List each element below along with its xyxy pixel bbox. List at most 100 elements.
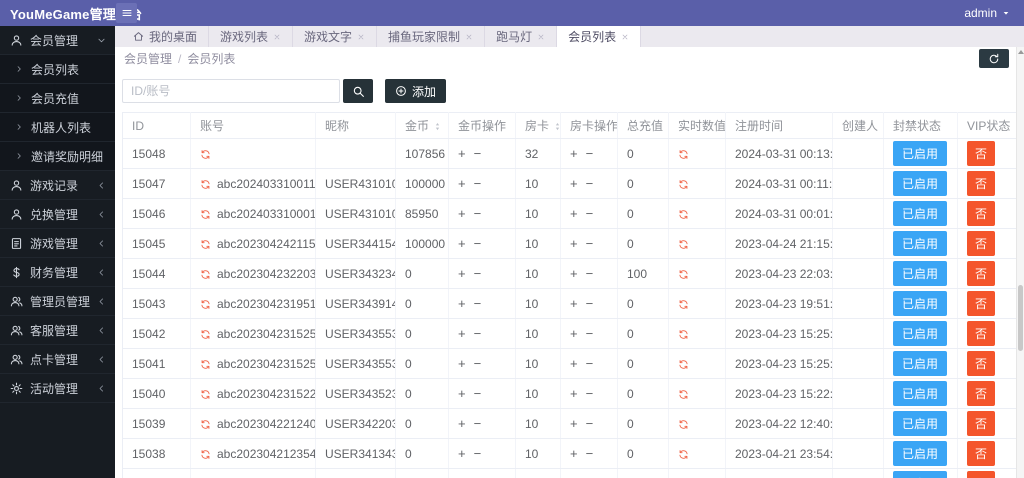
- vip-status-button[interactable]: 否: [967, 381, 995, 406]
- sync-icon[interactable]: [200, 239, 211, 250]
- realtime-refresh-icon[interactable]: [678, 359, 689, 370]
- roomcard-decrease-button[interactable]: −: [586, 176, 594, 191]
- gold-decrease-button[interactable]: −: [474, 206, 482, 221]
- search-input[interactable]: [122, 79, 340, 103]
- sync-icon[interactable]: [200, 299, 211, 310]
- gold-decrease-button[interactable]: −: [474, 386, 482, 401]
- breadcrumb-item-members[interactable]: 会员管理: [124, 50, 172, 67]
- ban-status-button[interactable]: 已启用: [893, 231, 947, 256]
- gold-increase-button[interactable]: +: [458, 386, 466, 401]
- realtime-refresh-icon[interactable]: [678, 239, 689, 250]
- roomcard-increase-button[interactable]: +: [570, 236, 578, 251]
- vip-status-button[interactable]: 否: [967, 141, 995, 166]
- realtime-refresh-icon[interactable]: [678, 329, 689, 340]
- roomcard-decrease-button[interactable]: −: [586, 356, 594, 371]
- realtime-refresh-icon[interactable]: [678, 269, 689, 280]
- gold-decrease-button[interactable]: −: [474, 356, 482, 371]
- vertical-scrollbar[interactable]: [1016, 47, 1024, 478]
- roomcard-decrease-button[interactable]: −: [586, 206, 594, 221]
- sidebar-subitem-0-1[interactable]: 会员充值: [0, 84, 115, 113]
- gold-increase-button[interactable]: +: [458, 296, 466, 311]
- roomcard-decrease-button[interactable]: −: [586, 326, 594, 341]
- user-menu[interactable]: admin: [964, 6, 1024, 20]
- sync-icon[interactable]: [200, 329, 211, 340]
- close-icon[interactable]: [537, 33, 545, 41]
- sidebar-item-4[interactable]: 财务管理: [0, 258, 115, 287]
- tab-4[interactable]: 跑马灯: [485, 26, 557, 47]
- close-icon[interactable]: [273, 33, 281, 41]
- roomcard-decrease-button[interactable]: −: [586, 296, 594, 311]
- vip-status-button[interactable]: 否: [967, 441, 995, 466]
- roomcard-increase-button[interactable]: +: [570, 356, 578, 371]
- gold-increase-button[interactable]: +: [458, 326, 466, 341]
- search-button[interactable]: [343, 79, 373, 103]
- roomcard-decrease-button[interactable]: −: [586, 146, 594, 161]
- roomcard-decrease-button[interactable]: −: [586, 416, 594, 431]
- realtime-refresh-icon[interactable]: [678, 299, 689, 310]
- sync-icon[interactable]: [200, 269, 211, 280]
- tab-0[interactable]: 我的桌面: [122, 26, 209, 47]
- vip-status-button[interactable]: 否: [967, 321, 995, 346]
- ban-status-button[interactable]: 已启用: [893, 291, 947, 316]
- sort-icon[interactable]: [433, 121, 442, 132]
- sidebar-toggle-button[interactable]: [116, 3, 137, 23]
- sync-icon[interactable]: [200, 179, 211, 190]
- gold-increase-button[interactable]: +: [458, 266, 466, 281]
- ban-status-button[interactable]: 已启用: [893, 471, 947, 478]
- ban-status-button[interactable]: 已启用: [893, 261, 947, 286]
- sidebar-subitem-0-2[interactable]: 机器人列表: [0, 113, 115, 142]
- ban-status-button[interactable]: 已启用: [893, 171, 947, 196]
- tab-1[interactable]: 游戏列表: [209, 26, 293, 47]
- sidebar-item-6[interactable]: 客服管理: [0, 316, 115, 345]
- vip-status-button[interactable]: 否: [967, 231, 995, 256]
- ban-status-button[interactable]: 已启用: [893, 321, 947, 346]
- vip-status-button[interactable]: 否: [967, 171, 995, 196]
- roomcard-increase-button[interactable]: +: [570, 146, 578, 161]
- sidebar-subitem-0-0[interactable]: 会员列表: [0, 55, 115, 84]
- gold-increase-button[interactable]: +: [458, 176, 466, 191]
- refresh-button[interactable]: [979, 49, 1009, 68]
- add-button[interactable]: 添加: [385, 79, 446, 103]
- vip-status-button[interactable]: 否: [967, 261, 995, 286]
- realtime-refresh-icon[interactable]: [678, 149, 689, 160]
- ban-status-button[interactable]: 已启用: [893, 381, 947, 406]
- gold-increase-button[interactable]: +: [458, 416, 466, 431]
- roomcard-increase-button[interactable]: +: [570, 206, 578, 221]
- roomcard-increase-button[interactable]: +: [570, 386, 578, 401]
- sidebar-item-1[interactable]: 游戏记录: [0, 171, 115, 200]
- ban-status-button[interactable]: 已启用: [893, 411, 947, 436]
- gold-decrease-button[interactable]: −: [474, 416, 482, 431]
- sidebar-item-0[interactable]: 会员管理: [0, 26, 115, 55]
- scroll-up-arrow-icon[interactable]: [1018, 50, 1024, 54]
- realtime-refresh-icon[interactable]: [678, 209, 689, 220]
- ban-status-button[interactable]: 已启用: [893, 351, 947, 376]
- ban-status-button[interactable]: 已启用: [893, 201, 947, 226]
- roomcard-decrease-button[interactable]: −: [586, 236, 594, 251]
- sidebar-subitem-0-3[interactable]: 邀请奖励明细: [0, 142, 115, 171]
- vip-status-button[interactable]: 否: [967, 411, 995, 436]
- roomcard-increase-button[interactable]: +: [570, 416, 578, 431]
- gold-increase-button[interactable]: +: [458, 356, 466, 371]
- roomcard-decrease-button[interactable]: −: [586, 266, 594, 281]
- vip-status-button[interactable]: 否: [967, 201, 995, 226]
- tab-2[interactable]: 游戏文字: [293, 26, 377, 47]
- roomcard-increase-button[interactable]: +: [570, 296, 578, 311]
- sync-icon[interactable]: [200, 149, 211, 160]
- vip-status-button[interactable]: 否: [967, 291, 995, 316]
- gold-decrease-button[interactable]: −: [474, 446, 482, 461]
- ban-status-button[interactable]: 已启用: [893, 141, 947, 166]
- gold-increase-button[interactable]: +: [458, 236, 466, 251]
- gold-decrease-button[interactable]: −: [474, 176, 482, 191]
- realtime-refresh-icon[interactable]: [678, 179, 689, 190]
- close-icon[interactable]: [357, 33, 365, 41]
- sidebar-item-5[interactable]: 管理员管理: [0, 287, 115, 316]
- realtime-refresh-icon[interactable]: [678, 389, 689, 400]
- roomcard-increase-button[interactable]: +: [570, 446, 578, 461]
- sync-icon[interactable]: [200, 209, 211, 220]
- sidebar-item-3[interactable]: 游戏管理: [0, 229, 115, 258]
- gold-decrease-button[interactable]: −: [474, 266, 482, 281]
- realtime-refresh-icon[interactable]: [678, 419, 689, 430]
- gold-increase-button[interactable]: +: [458, 206, 466, 221]
- roomcard-increase-button[interactable]: +: [570, 176, 578, 191]
- realtime-refresh-icon[interactable]: [678, 449, 689, 460]
